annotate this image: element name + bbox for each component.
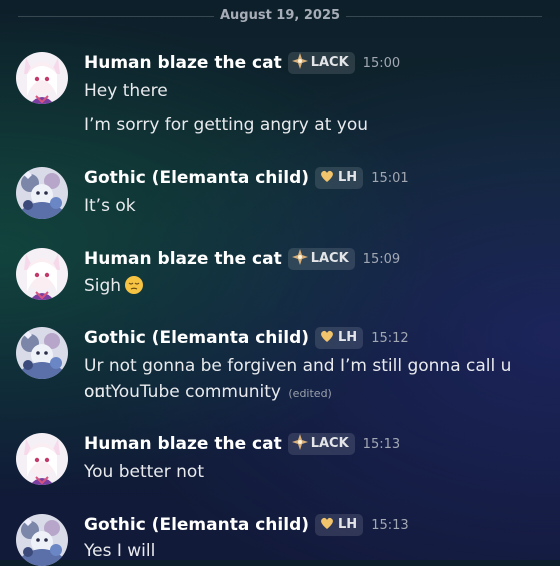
guild-tag[interactable]: LH <box>315 514 364 536</box>
date-label: August 19, 2025 <box>219 8 341 23</box>
message-text-content: on YouTube community <box>84 382 281 402</box>
message-text: Hey there <box>84 81 168 101</box>
guild-tag[interactable]: LH <box>315 327 364 349</box>
timestamp: 15:09 <box>362 251 401 267</box>
divider-line <box>346 16 542 17</box>
guild-tag[interactable]: LACK <box>287 248 355 270</box>
heart-icon <box>319 328 335 344</box>
username[interactable]: Human blaze the cat <box>84 53 282 73</box>
username[interactable]: Human blaze the cat <box>84 249 282 269</box>
heart-icon <box>319 515 335 531</box>
message-header: Gothic (Elemanta child) LH 15:12 <box>84 327 409 351</box>
message-text: It’s ok <box>84 196 136 216</box>
date-divider: August 19, 2025 <box>0 6 560 26</box>
message-text: Sigh <box>84 273 544 299</box>
avatar[interactable] <box>16 52 68 104</box>
guild-tag-label: LH <box>338 517 358 532</box>
timestamp: 15:00 <box>362 55 401 71</box>
avatar[interactable] <box>16 514 68 566</box>
guild-tag[interactable]: LACK <box>287 433 355 455</box>
guild-tag-label: LACK <box>310 251 349 266</box>
message-header: Human blaze the cat LACK 15:13 <box>84 433 400 457</box>
username[interactable]: Gothic (Elemanta child) <box>84 515 309 535</box>
message-header: Gothic (Elemanta child) LH 15:01 <box>84 167 409 191</box>
guild-tag[interactable]: LH <box>315 167 364 189</box>
timestamp: 15:13 <box>362 436 401 452</box>
username[interactable]: Human blaze the cat <box>84 434 282 454</box>
message-header: Human blaze the cat LACK 15:09 <box>84 248 400 272</box>
timestamp: 15:12 <box>371 330 409 346</box>
compass-star-icon <box>292 249 308 265</box>
timestamp: 15:13 <box>371 517 409 533</box>
username[interactable]: Gothic (Elemanta child) <box>84 168 309 188</box>
divider-line <box>18 16 214 17</box>
avatar[interactable] <box>16 327 68 379</box>
message-text: I’m sorry for getting angry at you <box>84 115 368 135</box>
guild-tag-label: LACK <box>310 436 349 451</box>
guild-tag-label: LACK <box>310 55 349 70</box>
avatar[interactable] <box>16 433 68 485</box>
username[interactable]: Gothic (Elemanta child) <box>84 328 309 348</box>
pensive-face-emoji[interactable] <box>124 275 144 295</box>
guild-tag-label: LH <box>338 330 358 345</box>
heart-icon <box>319 168 335 184</box>
avatar[interactable] <box>16 248 68 300</box>
compass-star-icon <box>292 53 308 69</box>
guild-tag-label: LH <box>338 170 358 185</box>
timestamp: 15:01 <box>371 170 409 186</box>
message-header: Gothic (Elemanta child) LH 15:13 <box>84 514 409 538</box>
compass-star-icon <box>292 434 308 450</box>
guild-tag[interactable]: LACK <box>287 52 355 74</box>
edited-label: (edited) <box>288 387 332 400</box>
message-text-content: Sigh <box>84 276 122 296</box>
message-text: on YouTube community (edited) <box>84 379 544 407</box>
avatar[interactable] <box>16 167 68 219</box>
message-text: You better not <box>84 462 204 482</box>
message-text: Yes I will <box>84 541 156 561</box>
message-header: Human blaze the cat LACK 15:00 <box>84 52 400 76</box>
